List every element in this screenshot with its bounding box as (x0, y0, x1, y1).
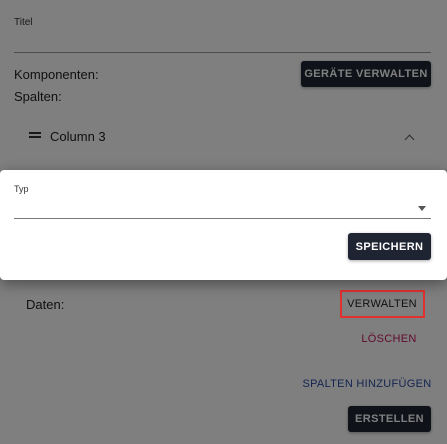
save-button[interactable]: SPEICHERN (348, 233, 431, 260)
type-dialog: Typ SPEICHERN (0, 170, 447, 280)
type-field-label: Typ (14, 184, 29, 194)
highlight-box (340, 290, 425, 318)
dropdown-arrow-icon[interactable] (418, 206, 426, 211)
type-select[interactable] (14, 218, 431, 219)
app-screen: Titel Komponenten: GERÄTE VERWALTEN Spal… (0, 0, 447, 444)
